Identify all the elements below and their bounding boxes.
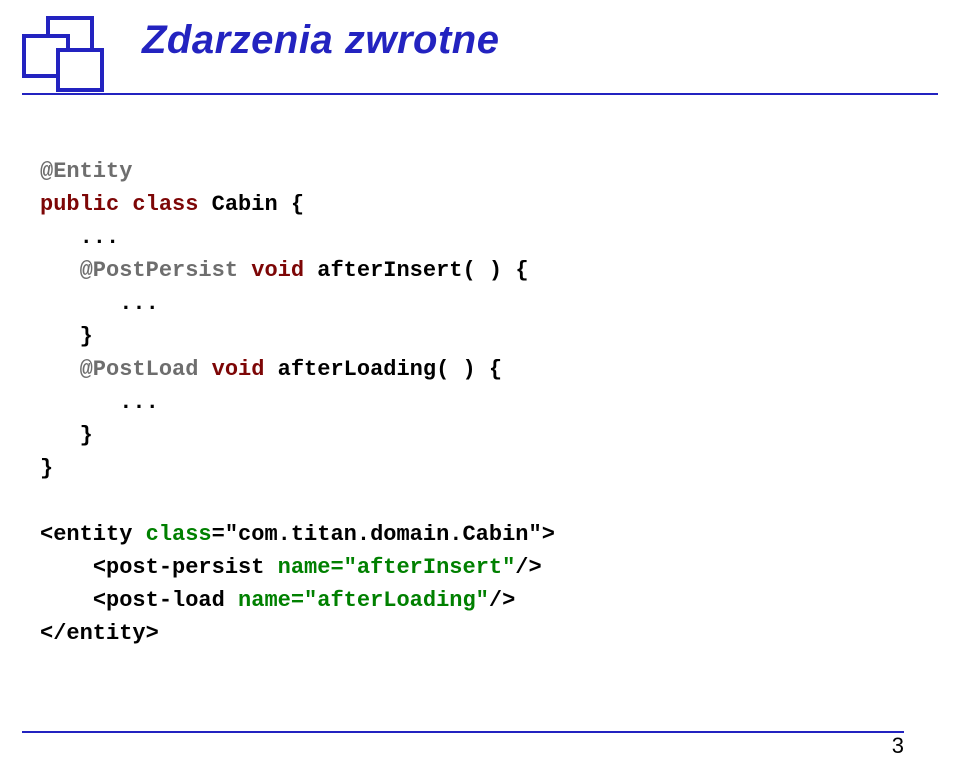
slide: Zdarzenia zwrotne @Entity public class C… [0, 0, 960, 759]
ellipsis: ... [119, 390, 159, 415]
brace: { [291, 192, 304, 217]
annotation-postload: @PostLoad [80, 357, 199, 382]
brace: } [40, 456, 53, 481]
method-afterloading: afterLoading [278, 357, 436, 382]
xml-close: /> [489, 588, 515, 613]
xml-class-value: ="com.titan.domain.Cabin"> [212, 522, 555, 547]
parens: ( ) [436, 357, 476, 382]
xml-entity-close: </entity> [40, 621, 159, 646]
footer-divider [22, 731, 904, 733]
slide-footer [22, 731, 904, 733]
xml-attr-name: name="afterLoading" [238, 588, 489, 613]
xml-attr-name: name="afterInsert" [278, 555, 516, 580]
brace: { [515, 258, 528, 283]
annotation-postpersist: @PostPersist [80, 258, 238, 283]
kw-class: class [132, 192, 198, 217]
xml-close: /> [515, 555, 541, 580]
xml-entity-open: <entity [40, 522, 146, 547]
ellipsis: ... [119, 291, 159, 316]
overlapping-squares-icon [22, 16, 108, 99]
kw-void: void [212, 357, 265, 382]
xml-postpersist-open: <post-persist [93, 555, 278, 580]
header-divider [22, 93, 938, 95]
xml-attr-class: class [146, 522, 212, 547]
brace: { [489, 357, 502, 382]
slide-header: Zdarzenia zwrotne [0, 0, 960, 95]
kw-public: public [40, 192, 119, 217]
method-afterinsert: afterInsert [317, 258, 462, 283]
class-name: Cabin [212, 192, 278, 217]
xml-postload-open: <post-load [93, 588, 238, 613]
annotation-entity: @Entity [40, 159, 132, 184]
ellipsis: ... [80, 225, 120, 250]
code-block: @Entity public class Cabin { ... @PostPe… [40, 155, 960, 650]
parens: ( ) [463, 258, 503, 283]
brace: } [80, 324, 93, 349]
slide-title: Zdarzenia zwrotne [142, 18, 960, 63]
page-number: 3 [892, 733, 904, 759]
kw-void: void [251, 258, 304, 283]
brace: } [80, 423, 93, 448]
